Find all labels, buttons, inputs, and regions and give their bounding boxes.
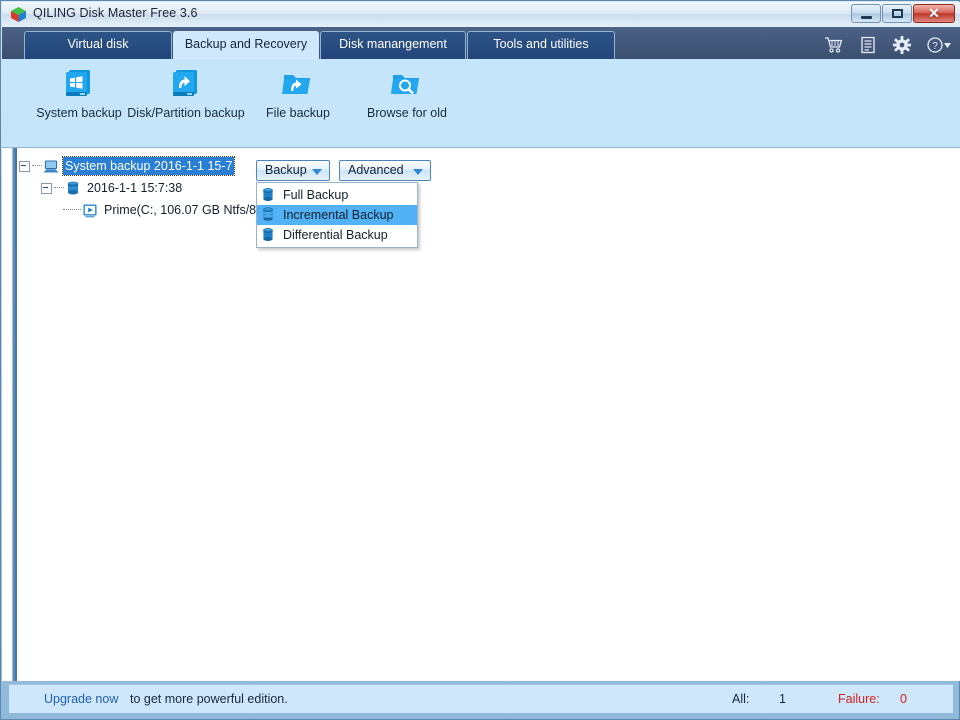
all-count-value: 1 (779, 692, 786, 706)
toolbar-system-backup[interactable]: System backup (19, 68, 139, 121)
toolbar-file-backup[interactable]: File backup (238, 68, 358, 121)
tree-row-root[interactable]: System backup 2016-1-1 15-7 (19, 156, 262, 179)
tab-backup-and-recovery[interactable]: Backup and Recovery (173, 31, 319, 59)
failure-count-value: 0 (900, 692, 907, 706)
failure-count-label: Failure: (838, 692, 880, 706)
backup-tree: System backup 2016-1-1 15-7 2016-1-1 15:… (19, 156, 262, 223)
chevron-down-icon (312, 169, 322, 175)
help-icon[interactable]: ? (926, 35, 952, 55)
partition-icon (82, 203, 98, 218)
close-icon: ✕ (928, 5, 940, 21)
all-count-label: All: (732, 692, 750, 706)
left-rail (9, 148, 17, 681)
menu-item-label: Differential Backup (283, 228, 388, 242)
status-bar: Upgrade now to get more powerful edition… (9, 684, 953, 713)
backup-dropdown-menu: Full Backup Incremental Backup Different… (256, 182, 418, 248)
menu-item-label: Incremental Backup (283, 208, 394, 222)
gear-icon[interactable] (892, 35, 912, 55)
upgrade-description: to get more powerful edition. (130, 692, 288, 706)
toolbar-label: System backup (36, 106, 122, 120)
menu-item-incremental-backup[interactable]: Incremental Backup (257, 205, 417, 225)
collapse-toggle-root[interactable] (19, 160, 30, 172)
upgrade-now-link[interactable]: Upgrade now (44, 692, 118, 706)
collapse-toggle-child[interactable] (41, 182, 52, 194)
cart-icon[interactable] (824, 35, 844, 55)
minimize-button[interactable] (851, 4, 881, 23)
tree-connector (32, 165, 42, 167)
tab-bar: Virtual disk Backup and Recovery Disk ma… (2, 27, 960, 59)
computer-icon (43, 159, 59, 174)
toolbar-disk-partition-backup[interactable]: Disk/Partition backup (126, 68, 246, 121)
cube-icon (10, 6, 27, 23)
tree-connector (54, 187, 64, 189)
menu-item-differential-backup[interactable]: Differential Backup (257, 225, 417, 245)
tree-label-root[interactable]: System backup 2016-1-1 15-7 (61, 156, 236, 176)
backup-button-label: Backup (265, 163, 307, 177)
chevron-down-icon (413, 169, 423, 175)
window-title: QILING Disk Master Free 3.6 (33, 6, 198, 20)
tree-connector (63, 209, 81, 211)
menu-item-full-backup[interactable]: Full Backup (257, 185, 417, 205)
toolbar-browse-for-old[interactable]: Browse for old (347, 68, 467, 121)
maximize-icon (892, 9, 903, 18)
tree-row-child[interactable]: 2016-1-1 15:7:38 (19, 179, 262, 201)
minimize-icon (861, 16, 872, 19)
advanced-button[interactable]: Advanced (339, 160, 431, 181)
close-button[interactable]: ✕ (913, 4, 955, 23)
tree-label-child[interactable]: 2016-1-1 15:7:38 (85, 179, 184, 197)
database-icon (261, 187, 275, 203)
database-icon (65, 181, 81, 196)
database-stack-icon (261, 207, 275, 223)
database-icon (261, 227, 275, 243)
backup-button[interactable]: Backup (256, 160, 330, 181)
svg-text:?: ? (932, 41, 938, 52)
toolbar-label: File backup (266, 106, 330, 120)
tab-bar-tools: ? (824, 32, 952, 58)
toolbar-label: Disk/Partition backup (127, 106, 245, 120)
maximize-button[interactable] (882, 4, 912, 23)
list-icon[interactable] (858, 35, 878, 55)
title-bar: QILING Disk Master Free 3.6 ✕ (2, 2, 960, 28)
advanced-button-label: Advanced (348, 163, 404, 177)
tree-label-grandchild[interactable]: Prime(C:, 106.07 GB Ntfs/8) (102, 201, 262, 219)
toolbar-label: Browse for old (367, 106, 447, 120)
file-backup-icon (280, 68, 316, 102)
tab-disk-management[interactable]: Disk manangement (320, 31, 466, 59)
system-backup-icon (61, 68, 97, 102)
tab-virtual-disk[interactable]: Virtual disk (24, 31, 172, 59)
disk-partition-backup-icon (168, 68, 204, 102)
browse-for-old-icon (389, 68, 425, 102)
content-area: System backup 2016-1-1 15-7 2016-1-1 15:… (2, 148, 960, 681)
menu-item-label: Full Backup (283, 188, 349, 202)
tree-row-grandchild[interactable]: Prime(C:, 106.07 GB Ntfs/8) (19, 201, 262, 223)
tab-tools-and-utilities[interactable]: Tools and utilities (467, 31, 615, 59)
toolbar: System backup Disk/Partition backup File… (2, 59, 960, 148)
app-window: QILING Disk Master Free 3.6 ✕ Virtual di… (0, 0, 960, 720)
